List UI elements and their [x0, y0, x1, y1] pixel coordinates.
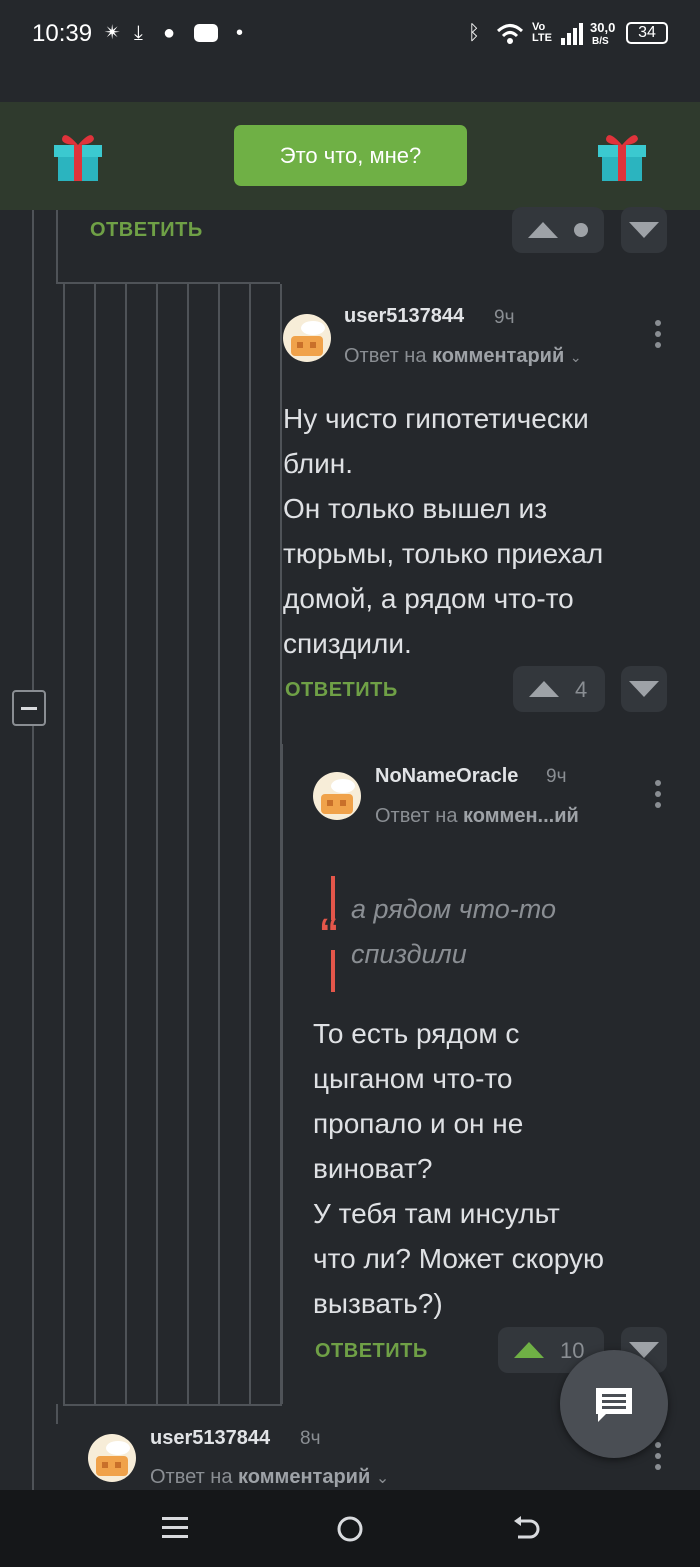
status-bar: 10:39 ✴ ⤓ ● • ᛒ Vo LTE 30,0 B/S 34 [0, 0, 700, 102]
downvote-icon [629, 222, 659, 238]
downvote-button[interactable] [621, 666, 667, 712]
reply-target[interactable]: комментарий [432, 345, 564, 367]
chevron-down-icon: ⌄ [569, 349, 582, 365]
reply-button[interactable]: ОТВЕТИТЬ [90, 219, 203, 242]
reply-prefix: Ответ на [344, 345, 427, 367]
signal-icon [561, 23, 583, 45]
more-icon[interactable] [655, 320, 661, 353]
upvote-button[interactable] [512, 207, 604, 253]
comment-text: То есть рядом с цыганом что-то пропало и… [313, 1018, 605, 1319]
upvote-icon [529, 681, 559, 697]
reply-to[interactable]: Ответ на комментарий ⌄ [150, 1466, 389, 1489]
reply-to[interactable]: Ответ на коммен...ий [375, 805, 579, 828]
sparkle-icon: ✴ [104, 22, 121, 44]
home-icon[interactable] [336, 1515, 364, 1543]
menu-icon[interactable] [162, 1515, 188, 1541]
upvote-button[interactable]: 4 [513, 666, 605, 712]
download-icon: ⤓ [134, 22, 143, 44]
reply-target[interactable]: комментарий [238, 1466, 370, 1488]
quote-bar [331, 950, 335, 992]
username[interactable]: NoNameOracle [375, 765, 518, 788]
reply-to[interactable]: Ответ на комментарий ⌄ [344, 345, 582, 368]
system-nav-bar [0, 1490, 700, 1567]
gift-icon[interactable] [50, 127, 106, 183]
comment-time: 9ч [494, 307, 515, 328]
promo-button[interactable]: Это что, мне? [234, 125, 467, 186]
youtube-icon [194, 24, 218, 42]
avatar[interactable] [283, 314, 331, 362]
speed-unit: B/S [592, 36, 609, 47]
reply-prefix: Ответ на [375, 805, 458, 827]
reply-button[interactable]: ОТВЕТИТЬ [315, 1340, 428, 1363]
quote-text: а рядом что-то спиздили [351, 894, 556, 969]
reply-target[interactable]: коммен...ий [463, 805, 579, 827]
reply-prefix: Ответ на [150, 1466, 233, 1488]
avatar[interactable] [313, 772, 361, 820]
username[interactable]: user5137844 [150, 1427, 270, 1450]
reply-button[interactable]: ОТВЕТИТЬ [285, 679, 398, 702]
chat-button[interactable] [560, 1350, 668, 1458]
dot-icon: • [236, 22, 244, 44]
rating-dot [574, 223, 588, 237]
message-icon: ● [163, 22, 176, 44]
comment-time: 9ч [546, 766, 567, 787]
username[interactable]: user5137844 [344, 305, 464, 328]
quote-icon: “ [319, 911, 339, 955]
wifi-icon [496, 24, 524, 44]
comment-time: 8ч [300, 1428, 321, 1449]
downvote-icon [629, 681, 659, 697]
chevron-down-icon: ⌄ [375, 1470, 390, 1487]
upvote-icon [514, 1342, 544, 1358]
clock: 10:39 [32, 20, 93, 47]
collapse-thread-button[interactable] [12, 690, 46, 726]
upvote-icon [528, 222, 558, 238]
chat-icon [596, 1388, 632, 1422]
more-icon[interactable] [655, 1442, 661, 1475]
downvote-button[interactable] [621, 207, 667, 253]
back-icon[interactable] [512, 1515, 540, 1543]
bluetooth-icon: ᛒ [468, 22, 480, 44]
speed-value: 30,0 [590, 20, 616, 35]
rating-value: 4 [575, 677, 588, 702]
comment-text: Ну чисто гипотетически блин. Он только в… [283, 403, 604, 659]
battery-indicator: 34 [626, 22, 668, 44]
more-icon[interactable] [655, 780, 661, 813]
avatar[interactable] [88, 1434, 136, 1482]
gift-icon[interactable] [594, 127, 650, 183]
network-label: Vo LTE [532, 21, 552, 44]
